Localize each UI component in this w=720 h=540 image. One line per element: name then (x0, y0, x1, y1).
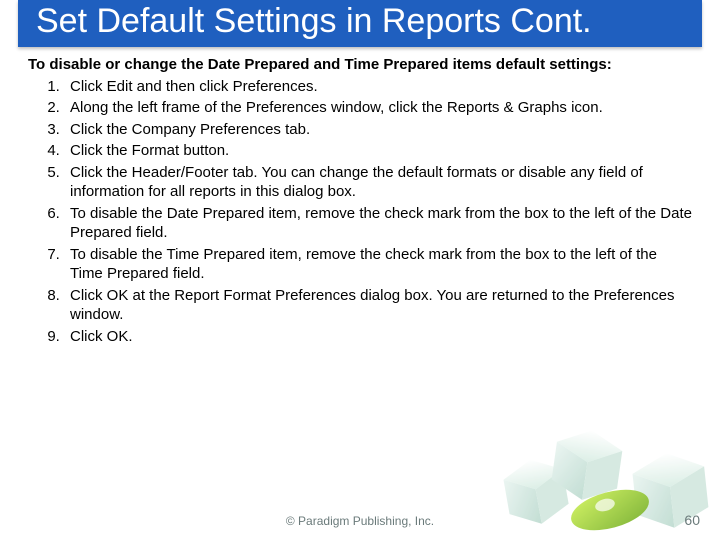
list-item: To disable the Time Prepared item, remov… (64, 245, 692, 284)
slide: Set Default Settings in Reports Cont. To… (0, 0, 720, 540)
content-area: To disable or change the Date Prepared a… (0, 51, 720, 346)
steps-list: Click Edit and then click Preferences. A… (28, 77, 692, 347)
slide-title: Set Default Settings in Reports Cont. (18, 0, 702, 47)
list-item: Click OK at the Report Format Preference… (64, 286, 692, 325)
footer-copyright: © Paradigm Publishing, Inc. (0, 514, 720, 528)
list-item: Click OK. (64, 327, 692, 347)
page-number: 60 (684, 512, 700, 528)
intro-text: To disable or change the Date Prepared a… (28, 55, 692, 75)
list-item: Along the left frame of the Preferences … (64, 98, 692, 118)
list-item: Click the Company Preferences tab. (64, 120, 692, 140)
list-item: To disable the Date Prepared item, remov… (64, 204, 692, 243)
list-item: Click Edit and then click Preferences. (64, 77, 692, 97)
list-item: Click the Header/Footer tab. You can cha… (64, 163, 692, 202)
list-item: Click the Format button. (64, 141, 692, 161)
